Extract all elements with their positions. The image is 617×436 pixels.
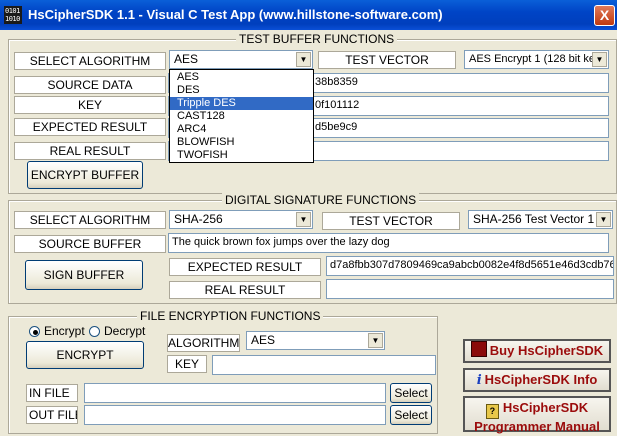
- chevron-down-icon[interactable]: ▼: [592, 52, 607, 67]
- test-vector-label: TEST VECTOR: [318, 51, 456, 69]
- sig-expected-result-label: EXPECTED RESULT: [169, 258, 321, 276]
- cart-icon: [470, 341, 487, 357]
- chevron-down-icon[interactable]: ▼: [368, 333, 383, 348]
- help-book-icon: ?: [485, 404, 499, 419]
- dropdown-option[interactable]: TWOFISH: [170, 149, 313, 162]
- out-file-label: OUT FILE: [26, 406, 78, 424]
- algorithm-combo[interactable]: AES ▼: [169, 50, 313, 69]
- buy-button-label: Buy HsCipherSDK: [489, 343, 604, 358]
- info-icon: i: [476, 373, 482, 388]
- dropdown-option[interactable]: CAST128: [170, 110, 313, 123]
- file-algorithm-combo[interactable]: AES ▼: [246, 331, 385, 350]
- manual-button[interactable]: ? HsCipherSDK Programmer Manual: [463, 396, 611, 434]
- sig-test-vector-label: TEST VECTOR: [322, 212, 460, 230]
- encrypt-radio[interactable]: [29, 326, 40, 337]
- dropdown-option-highlighted[interactable]: Tripple DES: [170, 97, 313, 110]
- dropdown-option[interactable]: ARC4: [170, 123, 313, 136]
- file-encryption-group-label: FILE ENCRYPTION FUNCTIONS: [137, 309, 324, 323]
- file-key-field[interactable]: [212, 355, 436, 375]
- key-label: KEY: [14, 96, 166, 114]
- algorithm-combo-value: AES: [174, 52, 199, 66]
- chevron-down-icon[interactable]: ▼: [296, 212, 311, 227]
- manual-button-line1: ? HsCipherSDK: [465, 400, 609, 419]
- select-algorithm-label: SELECT ALGORITHM: [14, 52, 166, 70]
- window-title: HsCipherSDK 1.1 - Visual C Test App (www…: [28, 7, 443, 22]
- buy-button[interactable]: Buy HsCipherSDK: [463, 339, 611, 363]
- dropdown-option[interactable]: DES: [170, 84, 313, 97]
- out-file-field[interactable]: [84, 405, 386, 425]
- in-file-label: IN FILE: [26, 384, 78, 402]
- source-buffer-label: SOURCE BUFFER: [14, 235, 166, 253]
- algorithm-dropdown-list[interactable]: AES DES Tripple DES CAST128 ARC4 BLOWFIS…: [169, 69, 314, 163]
- encrypt-radio-label[interactable]: Encrypt: [44, 324, 85, 338]
- test-vector-combo[interactable]: AES Encrypt 1 (128 bit ke ▼: [464, 50, 609, 69]
- decrypt-radio[interactable]: [89, 326, 100, 337]
- dropdown-option[interactable]: BLOWFISH: [170, 136, 313, 149]
- dropdown-option[interactable]: AES: [170, 71, 313, 84]
- sig-real-result-field[interactable]: [326, 279, 614, 299]
- sign-buffer-button[interactable]: SIGN BUFFER: [25, 260, 143, 290]
- in-file-field[interactable]: [84, 383, 386, 403]
- source-data-label: SOURCE DATA: [14, 76, 166, 94]
- sig-test-vector-combo-value: SHA-256 Test Vector 1: [473, 212, 595, 226]
- chevron-down-icon[interactable]: ▼: [596, 212, 611, 227]
- sig-algorithm-combo-value: SHA-256: [174, 212, 223, 226]
- file-algorithm-label: ALGORITHM: [167, 334, 240, 352]
- source-buffer-field[interactable]: The quick brown fox jumps over the lazy …: [168, 233, 609, 253]
- encrypt-buffer-button[interactable]: ENCRYPT BUFFER: [27, 161, 143, 189]
- select-out-file-button[interactable]: Select: [390, 405, 432, 425]
- sig-algorithm-combo[interactable]: SHA-256 ▼: [169, 210, 313, 229]
- close-button[interactable]: X: [594, 5, 615, 26]
- select-in-file-button[interactable]: Select: [390, 383, 432, 403]
- real-result-label: REAL RESULT: [14, 142, 166, 160]
- app-icon: 0101 1010: [4, 6, 22, 24]
- test-vector-combo-value: AES Encrypt 1 (128 bit ke: [469, 53, 595, 65]
- sig-test-vector-combo[interactable]: SHA-256 Test Vector 1 ▼: [468, 210, 613, 229]
- expected-result-label: EXPECTED RESULT: [14, 118, 166, 136]
- chevron-down-icon[interactable]: ▼: [296, 52, 311, 67]
- sig-real-result-label: REAL RESULT: [169, 281, 321, 299]
- manual-button-line2: Programmer Manual: [474, 419, 600, 434]
- file-key-label: KEY: [167, 355, 207, 373]
- digital-signature-group-label: DIGITAL SIGNATURE FUNCTIONS: [222, 193, 420, 207]
- test-buffer-group-label: TEST BUFFER FUNCTIONS: [236, 32, 398, 46]
- file-algorithm-combo-value: AES: [251, 333, 276, 347]
- decrypt-radio-label[interactable]: Decrypt: [104, 324, 145, 338]
- info-button-label: HsCipherSDK Info: [484, 372, 598, 387]
- encrypt-file-button[interactable]: ENCRYPT: [26, 341, 144, 369]
- info-button[interactable]: i HsCipherSDK Info: [463, 368, 611, 392]
- sig-expected-result-field[interactable]: d7a8fbb307d7809469ca9abcb0082e4f8d5651e4…: [326, 256, 614, 276]
- sig-select-algorithm-label: SELECT ALGORITHM: [14, 211, 166, 229]
